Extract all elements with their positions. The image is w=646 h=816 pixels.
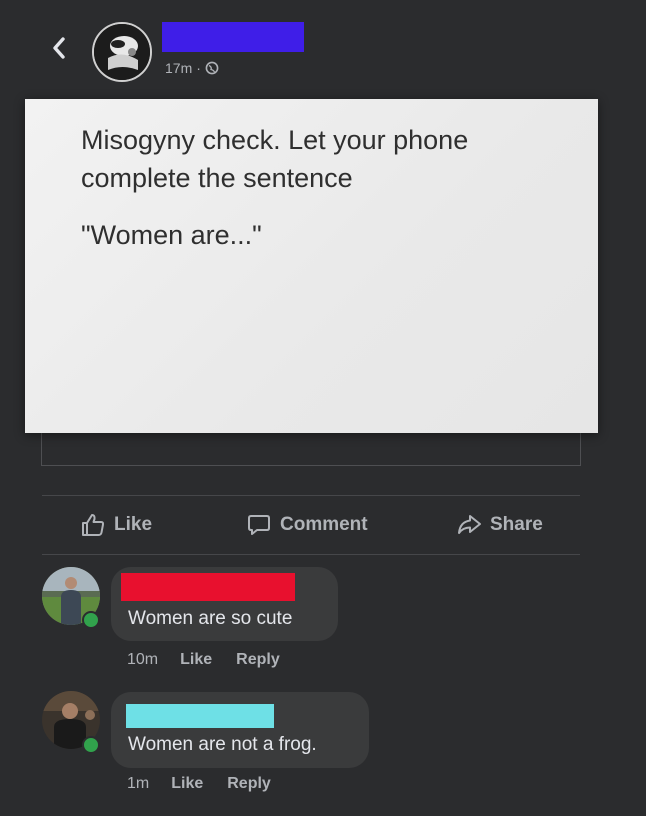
comment-reply-link[interactable]: Reply	[236, 651, 280, 669]
back-button[interactable]	[44, 30, 74, 66]
commenter-name-redaction	[126, 704, 274, 728]
like-label: Like	[114, 514, 153, 535]
like-button[interactable]: Like	[80, 508, 152, 542]
action-divider-top	[42, 495, 580, 496]
comment-button[interactable]: Comment	[246, 508, 368, 542]
comment-label: Comment	[280, 514, 368, 535]
poster-name-redaction	[162, 22, 304, 52]
comment-time: 10m	[127, 651, 159, 668]
comment-meta: 1m Like Reply	[127, 775, 271, 793]
like-thumb-icon	[82, 514, 105, 536]
comment-meta: 10m Like Reply	[127, 651, 280, 669]
share-arrow-icon	[458, 515, 481, 534]
action-divider-bottom	[42, 554, 580, 555]
poster-avatar[interactable]	[92, 22, 152, 82]
meta-separator: ·	[196, 60, 201, 76]
comment-bubble-icon	[248, 515, 270, 535]
globe-icon	[205, 61, 219, 75]
post-meta: 17m ·	[165, 60, 219, 76]
comment-reply-link[interactable]: Reply	[227, 775, 271, 793]
online-status-dot	[82, 611, 100, 629]
comment-text: Women are not a frog.	[128, 734, 317, 755]
comment-time: 1m	[127, 775, 150, 792]
back-chevron-icon	[53, 37, 65, 59]
share-label: Share	[490, 514, 543, 535]
online-status-dot	[82, 736, 100, 754]
commenter-name-redaction	[121, 573, 295, 601]
post-time: 17m	[165, 60, 193, 76]
comment-like-link[interactable]: Like	[180, 651, 212, 669]
card-text-line-1: Misogyny check. Let your phone complete …	[81, 125, 469, 193]
comment-like-link[interactable]: Like	[171, 775, 203, 793]
share-button[interactable]: Share	[456, 508, 543, 542]
card-text-line-2: "Women are..."	[81, 220, 262, 250]
post-text-card[interactable]: Misogyny check. Let your phone complete …	[25, 99, 598, 433]
comment-text: Women are so cute	[128, 608, 293, 629]
